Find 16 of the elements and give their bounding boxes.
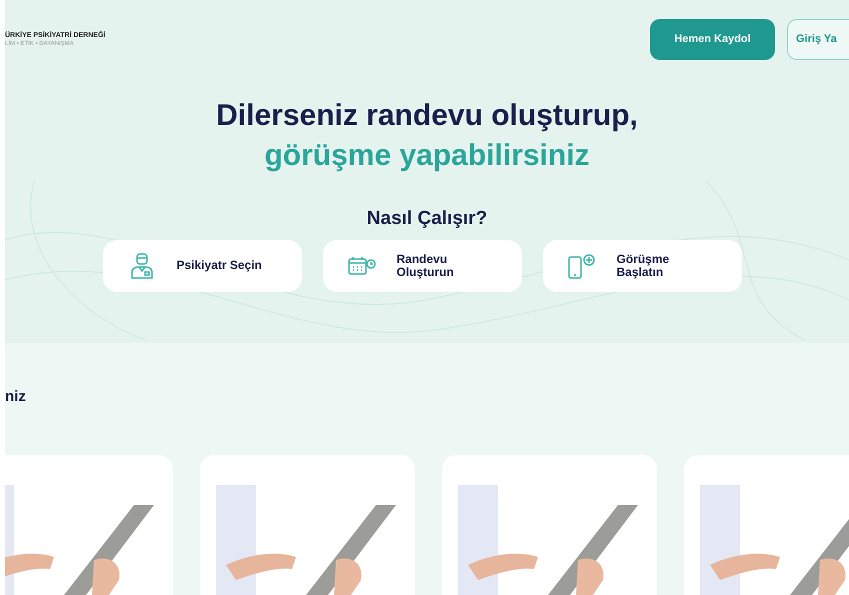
register-button[interactable]: Hemen Kaydol xyxy=(650,19,775,60)
step-label: Randevu Oluşturun xyxy=(396,252,455,278)
step-label: Görüşme Başlatın xyxy=(616,252,670,278)
doctor-card[interactable] xyxy=(684,455,849,595)
doctor-card[interactable] xyxy=(200,455,415,595)
hero-title: Dilerseniz randevu oluşturup, xyxy=(216,98,638,134)
phone-add-icon xyxy=(568,252,596,278)
hero-subtitle: görüşme yapabilirsiniz xyxy=(264,138,590,174)
steps-title: Nasıl Çalışır? xyxy=(366,207,488,231)
doctor-card[interactable] xyxy=(5,455,173,595)
doctor-card[interactable] xyxy=(442,455,657,595)
step-label: Psikiyatr Seçin xyxy=(176,259,263,272)
login-button[interactable]: Giriş Ya xyxy=(787,19,849,60)
calendar-icon xyxy=(348,256,376,276)
section-title: niz xyxy=(5,386,27,406)
doctor-icon xyxy=(130,252,152,278)
